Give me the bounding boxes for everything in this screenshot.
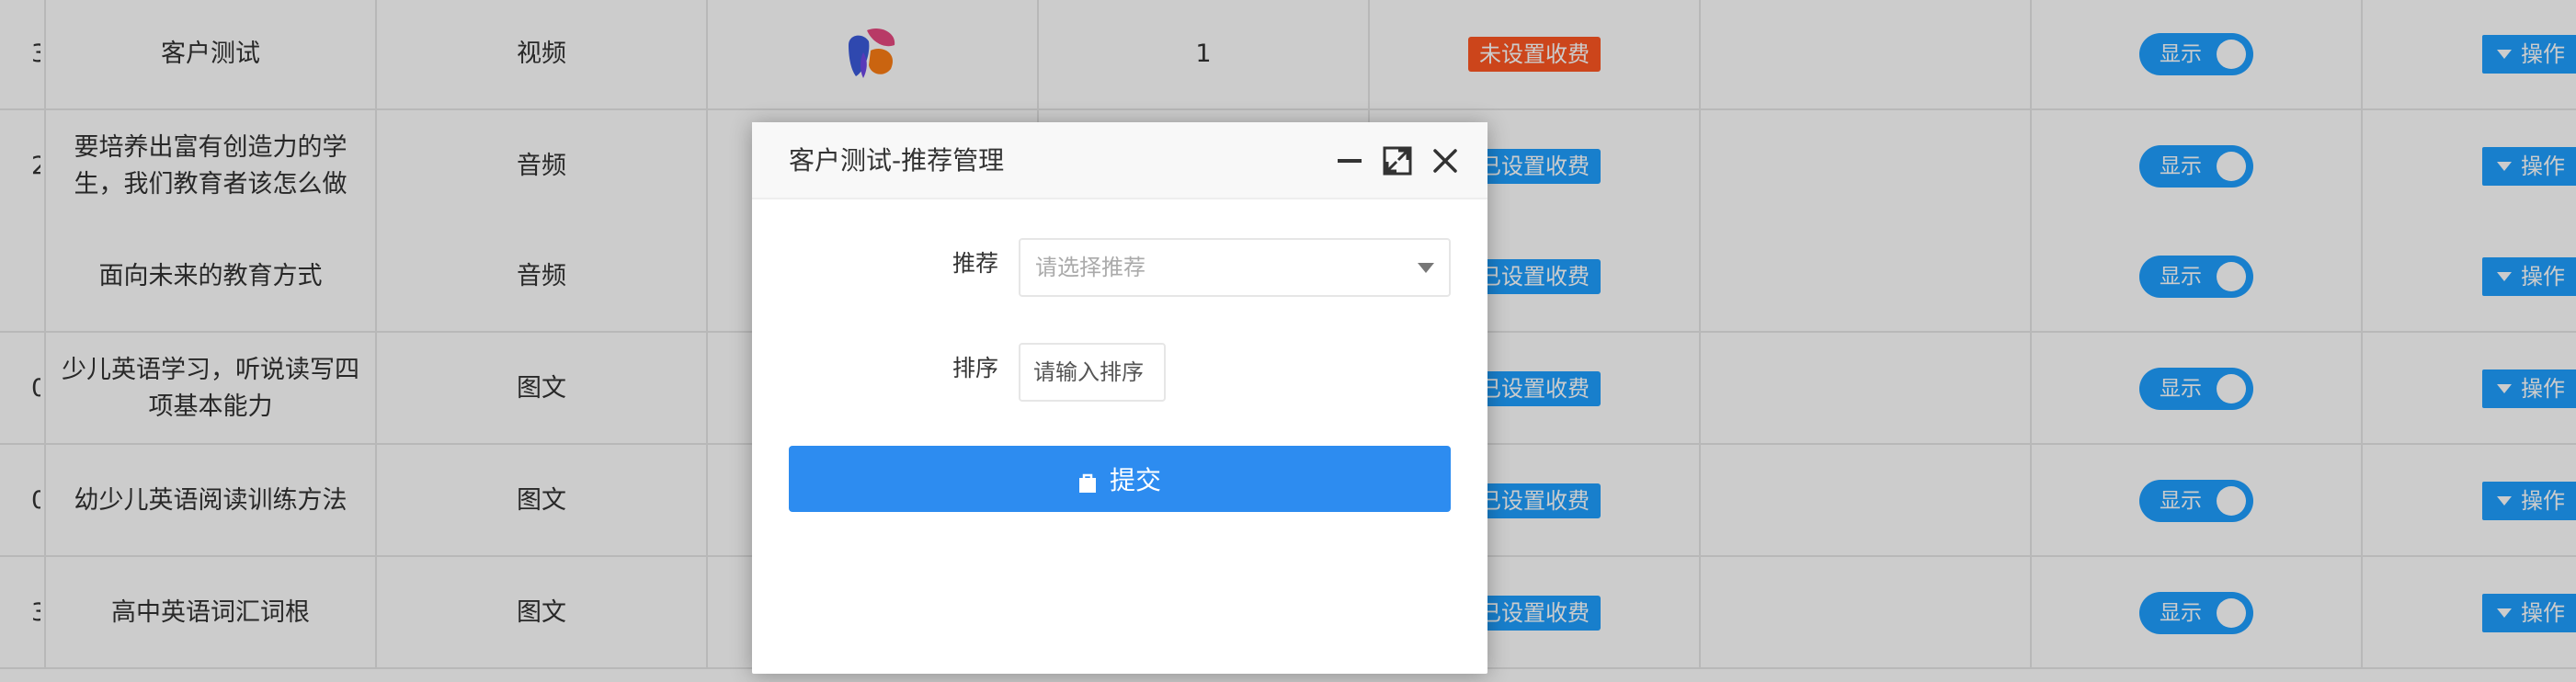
recommend-select-placeholder: 请选择推荐 (1035, 255, 1146, 280)
modal-tools (1326, 122, 1469, 199)
chevron-down-icon (1418, 263, 1434, 273)
submit-button[interactable]: 提交 (789, 446, 1451, 512)
modal-header[interactable]: 客户测试-推荐管理 (752, 122, 1487, 199)
maximize-icon[interactable] (1373, 137, 1421, 185)
recommend-select[interactable]: 请选择推荐 (1019, 238, 1451, 297)
sort-input[interactable]: 请输入排序 (1019, 343, 1166, 402)
recommend-label: 推荐 (952, 250, 998, 277)
bag-icon (1078, 469, 1097, 493)
sort-label: 排序 (952, 355, 998, 381)
close-icon[interactable] (1421, 137, 1469, 185)
submit-label: 提交 (1109, 465, 1161, 495)
modal-title: 客户测试-推荐管理 (789, 145, 1005, 176)
sort-form-row: 排序 请输入排序 (752, 343, 1487, 402)
recommend-form-row: 推荐 请选择推荐 (752, 238, 1487, 297)
minimize-icon[interactable] (1326, 137, 1373, 185)
recommend-modal: 客户测试-推荐管理 推荐 请选择推荐 排序 请输入排序 提交 (752, 122, 1487, 674)
